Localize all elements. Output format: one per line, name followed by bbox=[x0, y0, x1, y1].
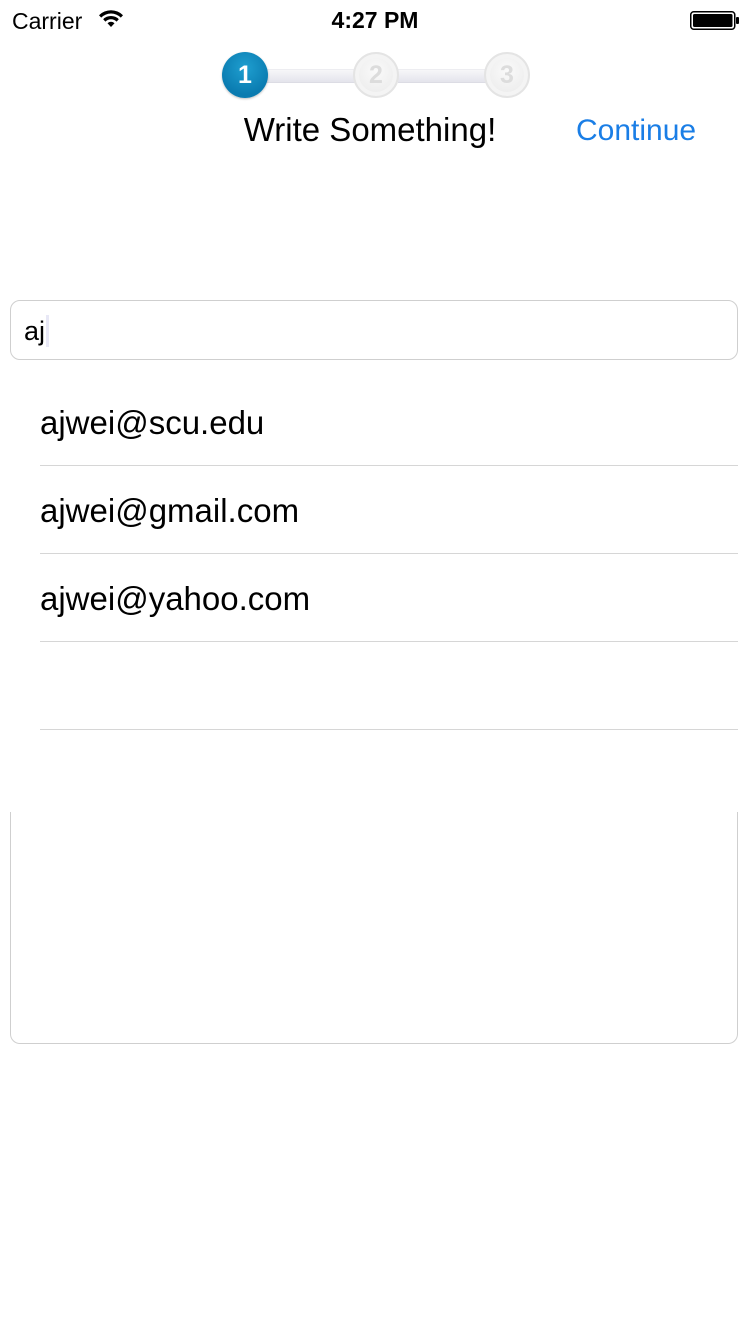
search-input-value: aj bbox=[24, 316, 46, 346]
suggestion-label: ajwei@scu.edu bbox=[40, 404, 265, 441]
suggestion-item[interactable]: ajwei@scu.edu bbox=[40, 378, 738, 466]
status-bar: Carrier 4:27 PM bbox=[0, 0, 750, 40]
page-title: Write Something! bbox=[243, 111, 497, 148]
step-2-indicator: 2 bbox=[353, 52, 399, 98]
message-text-area[interactable] bbox=[10, 812, 738, 1044]
continue-button[interactable]: Continue bbox=[576, 112, 696, 150]
suggestion-item-empty[interactable] bbox=[40, 642, 738, 730]
clock: 4:27 PM bbox=[331, 7, 419, 33]
text-cursor bbox=[46, 315, 50, 347]
suggestion-item[interactable]: ajwei@gmail.com bbox=[40, 466, 738, 554]
progress-stepper: 1 2 3 bbox=[222, 52, 530, 100]
suggestion-list: ajwei@scu.edu ajwei@gmail.com ajwei@yaho… bbox=[40, 378, 738, 730]
step-1-indicator: 1 bbox=[222, 52, 268, 98]
battery-icon bbox=[690, 11, 739, 30]
suggestion-label: ajwei@gmail.com bbox=[40, 492, 300, 529]
suggestion-item[interactable]: ajwei@yahoo.com bbox=[40, 554, 738, 642]
suggestion-label: ajwei@yahoo.com bbox=[40, 580, 311, 617]
step-3-indicator: 3 bbox=[484, 52, 530, 98]
search-input-value-wrap: aj bbox=[24, 315, 50, 347]
recipient-search-input[interactable]: aj bbox=[10, 300, 738, 360]
stepper-track bbox=[266, 69, 356, 83]
stepper-track bbox=[398, 69, 488, 83]
